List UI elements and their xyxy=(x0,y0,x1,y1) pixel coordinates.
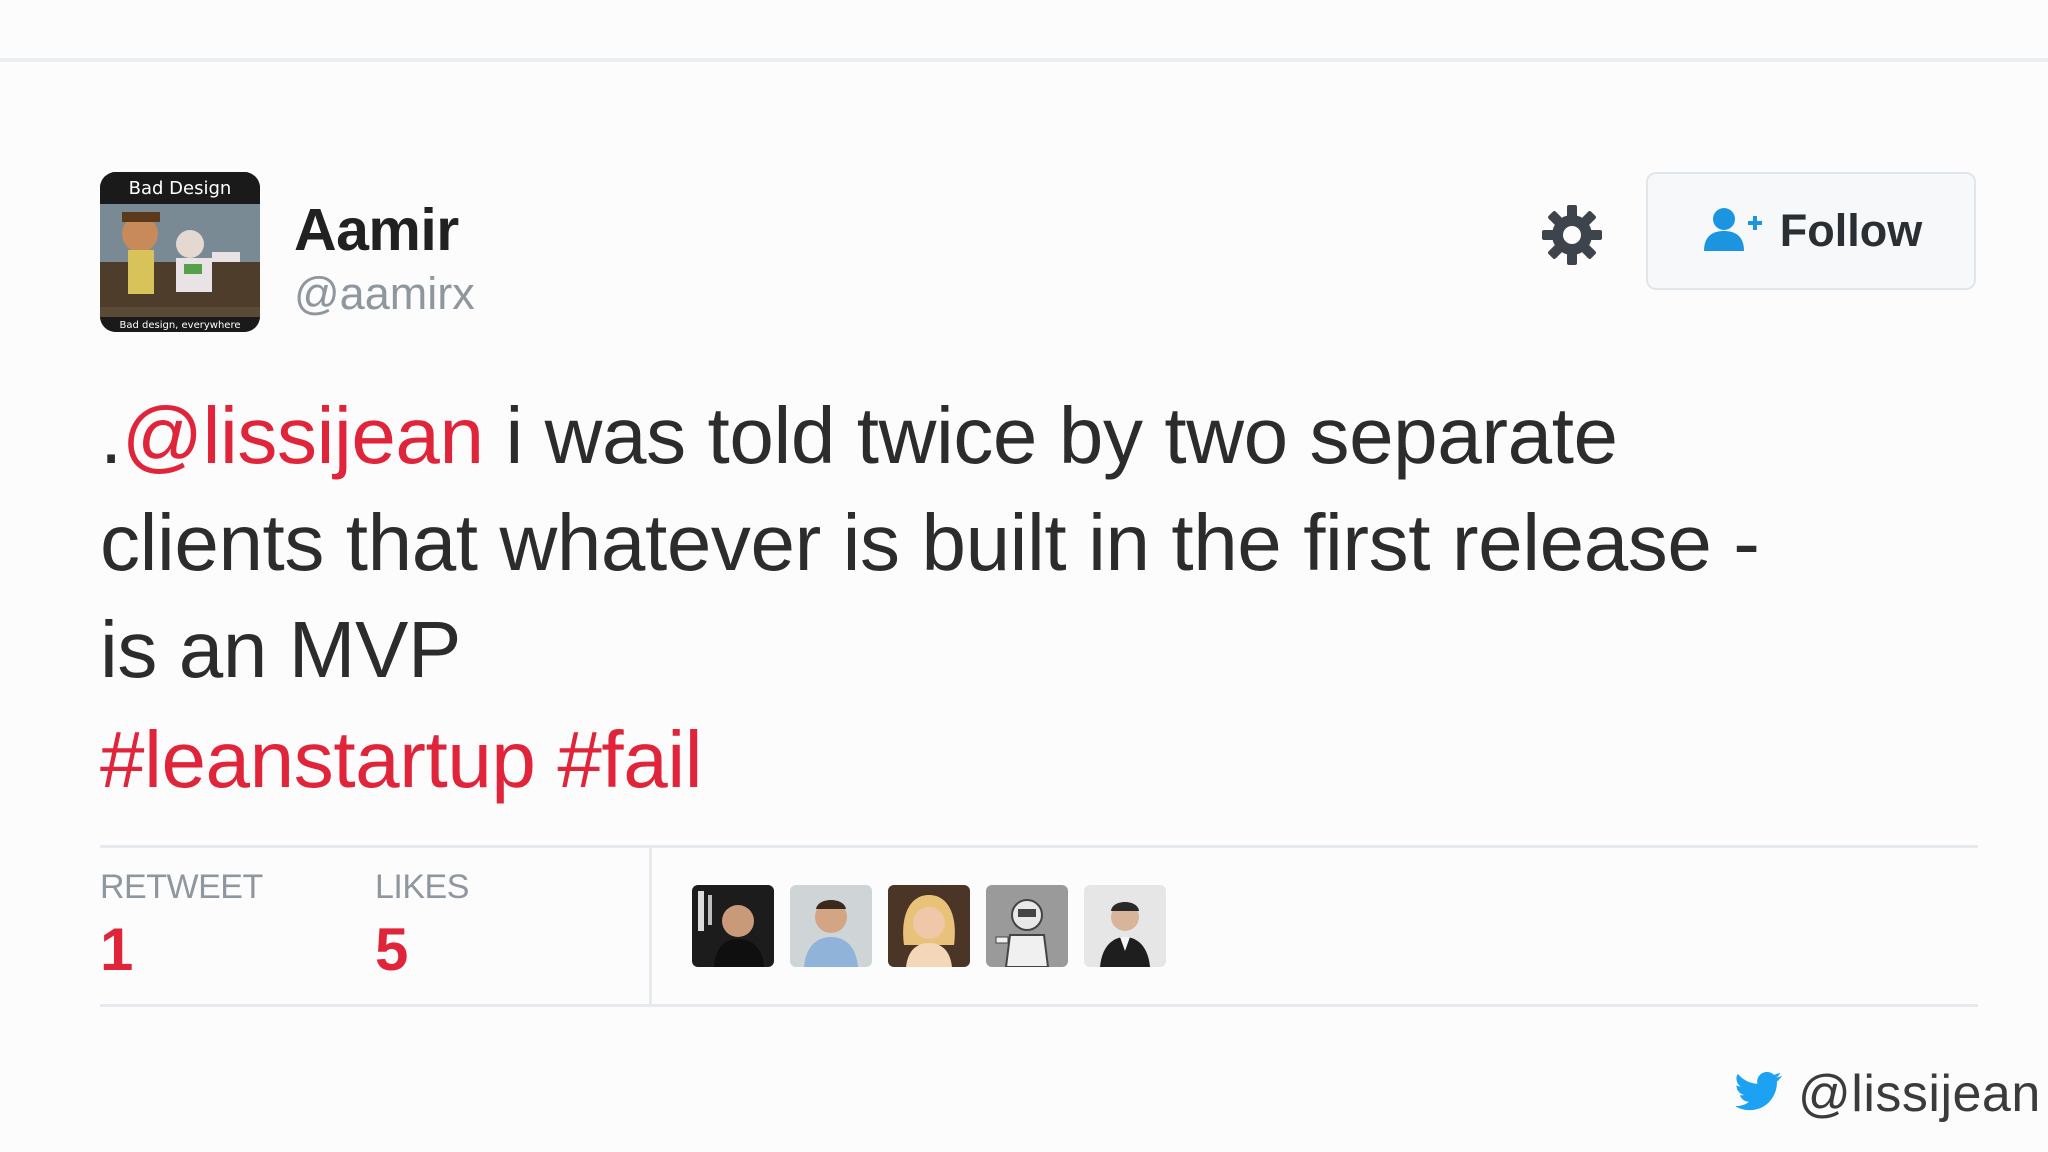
tweet-prefix: . xyxy=(100,391,122,480)
add-user-icon xyxy=(1700,205,1764,258)
liker-avatar-1[interactable] xyxy=(692,885,774,967)
avatar-caption-top: Bad Design xyxy=(129,178,232,199)
retweet-stat[interactable]: RETWEET 1 xyxy=(100,868,263,985)
author-avatar[interactable]: Bad Design Bad design, everywhere xyxy=(100,172,260,332)
liker-avatar-3[interactable] xyxy=(888,885,970,967)
author-name[interactable]: Aamir xyxy=(294,196,459,264)
stats-vertical-divider xyxy=(649,848,652,1004)
stats-divider-bottom xyxy=(100,1004,1978,1007)
avatar-meme-image: Bad Design Bad design, everywhere xyxy=(100,172,260,332)
credit-handle: @lissijean xyxy=(1798,1065,2041,1123)
retweet-count: 1 xyxy=(100,916,134,983)
follow-button[interactable]: Follow xyxy=(1646,172,1976,290)
likes-label: LIKES xyxy=(375,868,469,906)
liker-avatar-5[interactable] xyxy=(1084,885,1166,967)
presenter-credit: @lissijean xyxy=(1734,1064,2041,1124)
tweet-line-2: clients that whatever is built in the fi… xyxy=(100,498,1760,587)
hashtag-leanstartup[interactable]: #leanstartup xyxy=(100,715,536,804)
top-divider xyxy=(0,58,2048,62)
likes-count: 5 xyxy=(375,916,409,983)
tweet-line-1: .@lissijean i was told twice by two sepa… xyxy=(100,382,1980,489)
tweet-line-1-rest: i was told twice by two separate xyxy=(483,391,1618,480)
tweet-text: .@lissijean i was told twice by two sepa… xyxy=(100,382,1980,703)
liker-avatar-4[interactable] xyxy=(986,885,1068,967)
hashtag-fail[interactable]: #fail xyxy=(557,715,702,804)
tweet-slide: Bad Design Bad design, everywhere Aamir … xyxy=(0,0,2048,1152)
mention-link[interactable]: @lissijean xyxy=(122,391,484,480)
tweet-line-3: is an MVP xyxy=(100,605,461,694)
follow-button-label: Follow xyxy=(1779,205,1923,256)
retweet-label: RETWEET xyxy=(100,868,263,906)
avatar-caption-bottom: Bad design, everywhere xyxy=(119,320,240,331)
author-handle[interactable]: @aamirx xyxy=(294,268,475,320)
gear-icon[interactable] xyxy=(1540,203,1604,267)
hashtag-list: #leanstartup #fail xyxy=(100,710,703,810)
stats-divider-top xyxy=(100,845,1978,848)
twitter-bird-icon xyxy=(1734,1071,1784,1117)
likes-stat[interactable]: LIKES 5 xyxy=(375,868,469,985)
liker-avatar-2[interactable] xyxy=(790,885,872,967)
liker-avatars xyxy=(692,885,1166,967)
